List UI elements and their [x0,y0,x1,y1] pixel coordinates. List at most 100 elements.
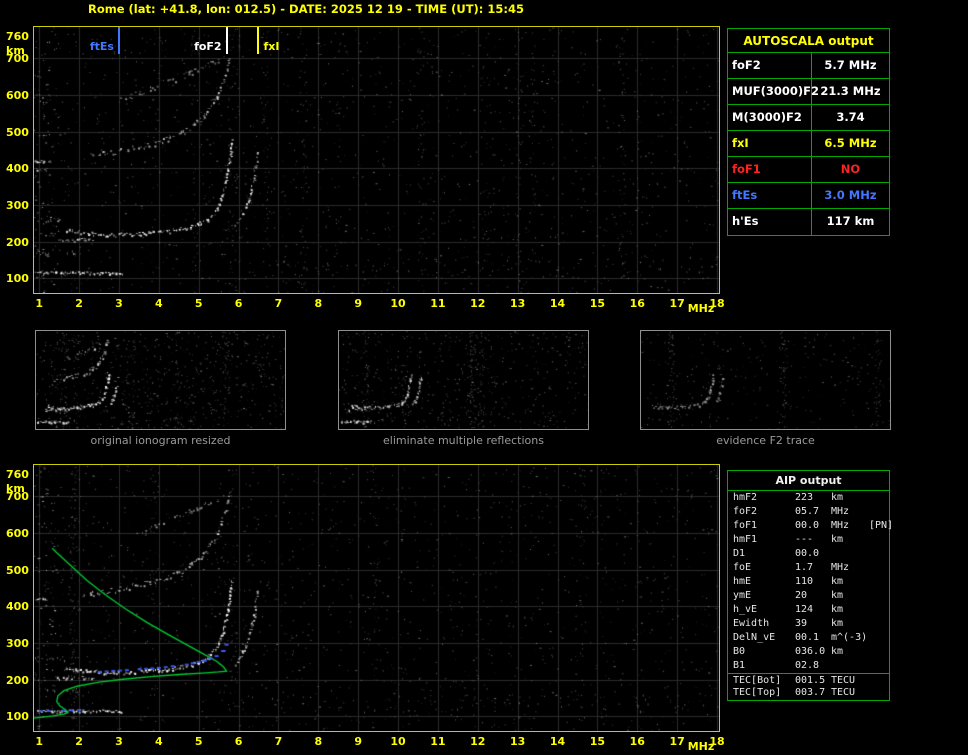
autoscala-row: fxI 6.5 MHz [728,131,889,157]
autoscala-param-label: foF1 [728,157,812,182]
aip-unit: km [831,492,844,503]
x-tick-label: 12 [470,735,486,748]
x-tick-label: 7 [274,735,283,748]
aip-extra [869,631,889,645]
aip-row: D1 00.0 [728,547,889,561]
station-date-title: Rome (lat: +41.8, lon: 012.5) - DATE: 20… [88,2,525,16]
y-tick-label: 100 [6,272,29,286]
y-tick-label: 300 [6,198,29,212]
autoscala-param-value: 5.7 MHz [824,58,877,72]
y-tick-label: 600 [6,88,29,102]
aip-row: DelN_vE 00.1 m^(-3) [728,631,889,645]
panel-caption: eliminate multiple reflections [383,434,544,447]
autoscala-param-value: NO [840,162,861,176]
aip-row: TEC[Top] 003.7 TECU [728,687,889,699]
aip-name: hmE [733,576,752,587]
aip-value: 39 [795,618,808,629]
aip-name: hmF1 [733,534,758,545]
ionogram-plot: 760 700 600 500 400 300 200 100 km 1 2 3 4 5 6 7 8 9 10 11… [6,26,725,315]
aip-row: TEC[Bot] 001.5 TECU [728,675,889,687]
aip-unit: TECU [831,687,856,698]
y-tick-label: 600 [6,526,29,540]
profile-ionogram-canvas [34,465,719,731]
panel-evidence-f2-trace [640,330,891,430]
autoscala-row: MUF(3000)F2 21.3 MHz [728,79,889,105]
original-ionogram-canvas [36,331,285,429]
aip-value: 00.0 [795,548,820,559]
aip-row: B0 036.0 km [728,645,889,659]
aip-value: 05.7 [795,506,820,517]
autoscala-param-label: MUF(3000)F2 [728,79,819,104]
x-tick-label: 11 [430,735,446,748]
aip-unit: km [831,534,844,545]
y-tick-label: 200 [6,673,29,687]
aip-unit: km [831,604,844,615]
y-tick-label: 300 [6,636,29,650]
x-tick-label: 10 [390,735,406,748]
aip-extra: [PN] [869,520,894,531]
evidence-f2-trace-canvas [641,331,890,429]
aip-value: 110 [795,576,814,587]
x-tick-label: 5 [194,735,203,748]
y-tick-label: 100 [6,710,29,724]
x-tick-label: 17 [669,297,685,310]
y-tick-label: 500 [6,125,29,139]
aip-extra [869,505,889,519]
aip-unit [831,659,869,673]
aip-name: h_vE [733,604,758,615]
aip-unit: km [831,576,844,587]
x-tick-label: 16 [629,735,645,748]
aip-row: Ewidth 39 km [728,617,889,631]
x-tick-label: 16 [629,297,645,310]
x-tick-label: 12 [470,297,486,310]
y-tick-label: 400 [6,162,29,176]
aip-unit: km [831,618,844,629]
aip-output-table: AIP output hmF2 223 km foF2 05.7 MHz foF1 00.0 M… [727,470,894,701]
aip-value: 00.1 [795,632,820,643]
aip-value: 003.7 [795,687,826,698]
aip-value: 02.8 [795,660,820,671]
autoscala-table-title: AUTOSCALA output [728,29,889,53]
autoscala-output-table: AUTOSCALA output foF2 5.7 MHz MUF(3000)F2 2… [727,28,890,236]
autoscala-param-label: M(3000)F2 [728,105,812,130]
panel-caption: original ionogram resized [90,434,231,447]
x-tick-label: 8 [314,297,323,310]
aip-extra [869,491,889,505]
profile-x-axis: 1 2 3 4 5 6 7 8 9 10 11 12 13 14 15 16 17 18 MHz [34,735,724,755]
aip-table-title: AIP output [728,471,889,491]
aip-unit: MHz [831,562,850,573]
x-tick-label: 15 [589,735,606,748]
ionogram-x-axis: 1 2 3 4 5 6 7 8 9 10 11 12 13 14 15 16 17 18 MHz [34,297,724,317]
autoscala-row: M(3000)F2 3.74 [728,105,889,131]
eliminate-multiples-canvas [339,331,588,429]
x-tick-label: 11 [430,297,446,310]
y-tick-label: 760 [6,468,29,482]
y-tick-label: 400 [6,600,29,614]
aip-unit: km [831,646,844,657]
aip-name: B1 [733,660,746,671]
aip-extra [869,687,889,699]
aip-row: foF2 05.7 MHz [728,505,889,519]
x-tick-label: 2 [75,297,83,310]
aip-extra [869,659,889,673]
aip-row: h_vE 124 km [728,603,889,617]
aip-value: --- [795,534,814,545]
aip-extra [869,645,889,659]
x-tick-label: 14 [549,297,566,310]
autoscala-param-value: 3.74 [836,110,865,124]
panel-caption: evidence F2 trace [716,434,815,447]
aip-unit [831,547,869,561]
aip-unit: TECU [831,675,856,686]
aip-row: foE 1.7 MHz [728,561,889,575]
y-axis-unit-label: km [6,44,25,58]
aip-name: DelN_vE [733,632,776,643]
autoscala-param-value: 21.3 MHz [820,84,881,98]
aip-extra [869,547,889,561]
aip-unit: MHz [831,520,850,531]
x-tick-label: 14 [549,735,566,748]
y-tick-label: 200 [6,235,29,249]
autoscala-param-value: 117 km [826,214,875,228]
x-tick-label: 4 [154,297,163,310]
aip-name: Ewidth [733,618,770,629]
y-tick-label: 760 [6,30,29,44]
